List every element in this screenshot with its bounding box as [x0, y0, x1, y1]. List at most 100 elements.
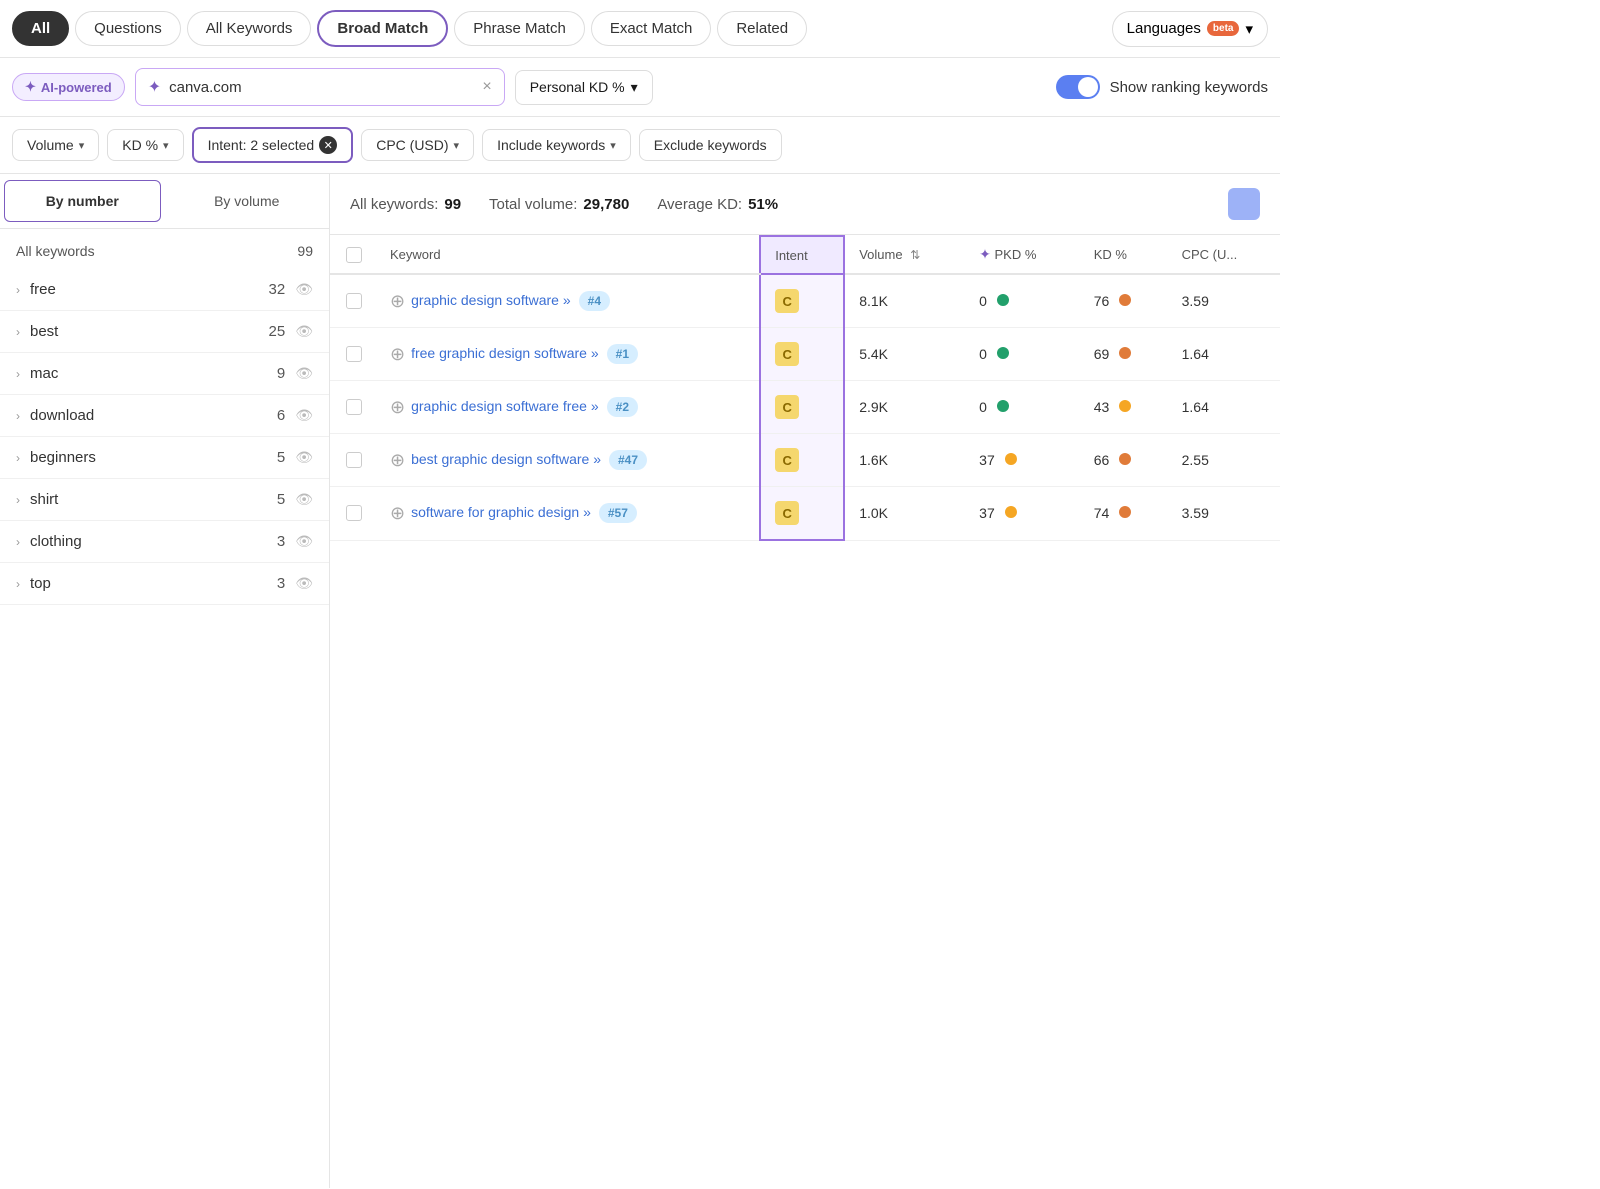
row-checkbox[interactable]: [346, 293, 362, 309]
eye-icon[interactable]: 👁: [295, 491, 313, 508]
eye-icon[interactable]: 👁: [295, 533, 313, 550]
intent-badge: C: [775, 342, 799, 366]
add-keyword-icon[interactable]: ⊕: [390, 291, 405, 312]
sparkle-search-icon: ✦: [148, 77, 161, 97]
sidebar-item[interactable]: › clothing 3 👁: [0, 521, 329, 563]
pkd-value: 37: [979, 505, 995, 521]
keyword-link[interactable]: software for graphic design »: [411, 503, 591, 523]
keyword-link[interactable]: free graphic design software »: [411, 344, 599, 364]
sidebar-item[interactable]: › best 25 👁: [0, 311, 329, 353]
keyword-cell: ⊕ graphic design software free » #2: [376, 381, 760, 434]
row-checkbox-cell: [330, 328, 376, 381]
show-ranking-toggle[interactable]: [1056, 75, 1100, 99]
add-keyword-icon[interactable]: ⊕: [390, 503, 405, 524]
add-keyword-icon[interactable]: ⊕: [390, 344, 405, 365]
keyword-link[interactable]: graphic design software free »: [411, 397, 599, 417]
kd-filter[interactable]: KD % ▾: [107, 129, 183, 161]
kd-dot: [1119, 453, 1131, 465]
tab-related[interactable]: Related: [717, 11, 807, 46]
chevron-down-icon: ▾: [610, 139, 616, 152]
intent-badge: C: [775, 448, 799, 472]
sidebar-item-count: 5: [277, 491, 285, 508]
rank-badge: #1: [607, 344, 638, 364]
add-keyword-icon[interactable]: ⊕: [390, 450, 405, 471]
sidebar-item[interactable]: › beginners 5 👁: [0, 437, 329, 479]
volume-cell: 8.1K: [844, 274, 965, 328]
col-cpc: CPC (U...: [1168, 236, 1280, 274]
tab-by-volume[interactable]: By volume: [169, 180, 326, 222]
row-checkbox[interactable]: [346, 346, 362, 362]
sidebar-item[interactable]: › download 6 👁: [0, 395, 329, 437]
sidebar-item[interactable]: › free 32 👁: [0, 269, 329, 311]
toggle-label: Show ranking keywords: [1110, 79, 1268, 96]
volume-col-label: Volume: [859, 247, 902, 262]
kd-cell: 66: [1080, 434, 1168, 487]
sidebar-item[interactable]: › mac 9 👁: [0, 353, 329, 395]
sidebar-item-label: mac: [30, 365, 277, 382]
top-tabs-bar: All Questions All Keywords Broad Match P…: [0, 0, 1280, 58]
intent-filter-label: Intent: 2 selected: [208, 137, 315, 153]
expand-arrow-icon: ›: [16, 577, 20, 591]
keyword-link[interactable]: best graphic design software »: [411, 450, 601, 470]
beta-badge: beta: [1207, 21, 1240, 36]
search-value: canva.com: [169, 79, 474, 96]
tab-questions[interactable]: Questions: [75, 11, 181, 46]
volume-cell: 5.4K: [844, 328, 965, 381]
sidebar-item[interactable]: › top 3 👁: [0, 563, 329, 605]
tab-all[interactable]: All: [12, 11, 69, 46]
tab-all-keywords[interactable]: All Keywords: [187, 11, 312, 46]
add-keyword-icon[interactable]: ⊕: [390, 397, 405, 418]
tab-by-number[interactable]: By number: [4, 180, 161, 222]
row-checkbox[interactable]: [346, 452, 362, 468]
sidebar-item-label: download: [30, 407, 277, 424]
table-wrap[interactable]: Keyword Intent Volume ⇅ ✦ PKD % KD % CPC…: [330, 235, 1280, 1188]
expand-arrow-icon: ›: [16, 325, 20, 339]
expand-arrow-icon: ›: [16, 451, 20, 465]
select-all-checkbox[interactable]: [346, 247, 362, 263]
filter-row: Volume ▾ KD % ▾ Intent: 2 selected ✕ CPC…: [0, 117, 1280, 174]
intent-filter-clear-icon[interactable]: ✕: [319, 136, 337, 154]
pkd-dot: [997, 400, 1009, 412]
kd-dropdown[interactable]: Personal KD % ▾: [515, 70, 653, 105]
sidebar-header: All keywords 99: [0, 229, 329, 269]
cpc-filter[interactable]: CPC (USD) ▾: [361, 129, 474, 161]
eye-icon[interactable]: 👁: [295, 449, 313, 466]
toggle-row: Show ranking keywords: [1056, 75, 1268, 99]
eye-icon[interactable]: 👁: [295, 281, 313, 298]
intent-filter[interactable]: Intent: 2 selected ✕: [192, 127, 354, 163]
eye-icon[interactable]: 👁: [295, 407, 313, 424]
keyword-link[interactable]: graphic design software »: [411, 291, 571, 311]
total-volume-value: 29,780: [583, 196, 629, 213]
pkd-dot: [1005, 453, 1017, 465]
sort-icon: ⇅: [910, 248, 920, 262]
eye-icon[interactable]: 👁: [295, 575, 313, 592]
tab-phrase-match[interactable]: Phrase Match: [454, 11, 585, 46]
col-volume[interactable]: Volume ⇅: [844, 236, 965, 274]
row-checkbox-cell: [330, 487, 376, 541]
kd-dot: [1119, 294, 1131, 306]
languages-button[interactable]: Languages beta ▾: [1112, 11, 1268, 47]
eye-icon[interactable]: 👁: [295, 365, 313, 382]
table-row: ⊕ graphic design software » #4 C 8.1K 0 …: [330, 274, 1280, 328]
row-checkbox[interactable]: [346, 399, 362, 415]
eye-icon[interactable]: 👁: [295, 323, 313, 340]
kd-cell: 74: [1080, 487, 1168, 541]
tab-broad-match[interactable]: Broad Match: [317, 10, 448, 47]
sidebar-item-count: 32: [269, 281, 286, 298]
intent-badge: C: [775, 289, 799, 313]
search-box[interactable]: ✦ canva.com ×: [135, 68, 505, 106]
avg-kd-value: 51%: [748, 196, 778, 213]
kd-value: 66: [1094, 452, 1110, 468]
volume-filter[interactable]: Volume ▾: [12, 129, 99, 161]
col-intent[interactable]: Intent: [760, 236, 844, 274]
include-keywords-filter[interactable]: Include keywords ▾: [482, 129, 631, 161]
search-clear-icon[interactable]: ×: [482, 78, 491, 96]
row-checkbox[interactable]: [346, 505, 362, 521]
tab-exact-match[interactable]: Exact Match: [591, 11, 712, 46]
exclude-keywords-filter[interactable]: Exclude keywords: [639, 129, 782, 161]
row-checkbox-cell: [330, 434, 376, 487]
sidebar-item-label: shirt: [30, 491, 277, 508]
sidebar-item[interactable]: › shirt 5 👁: [0, 479, 329, 521]
sidebar-item-label: top: [30, 575, 277, 592]
col-pkd: ✦ PKD %: [965, 236, 1080, 274]
